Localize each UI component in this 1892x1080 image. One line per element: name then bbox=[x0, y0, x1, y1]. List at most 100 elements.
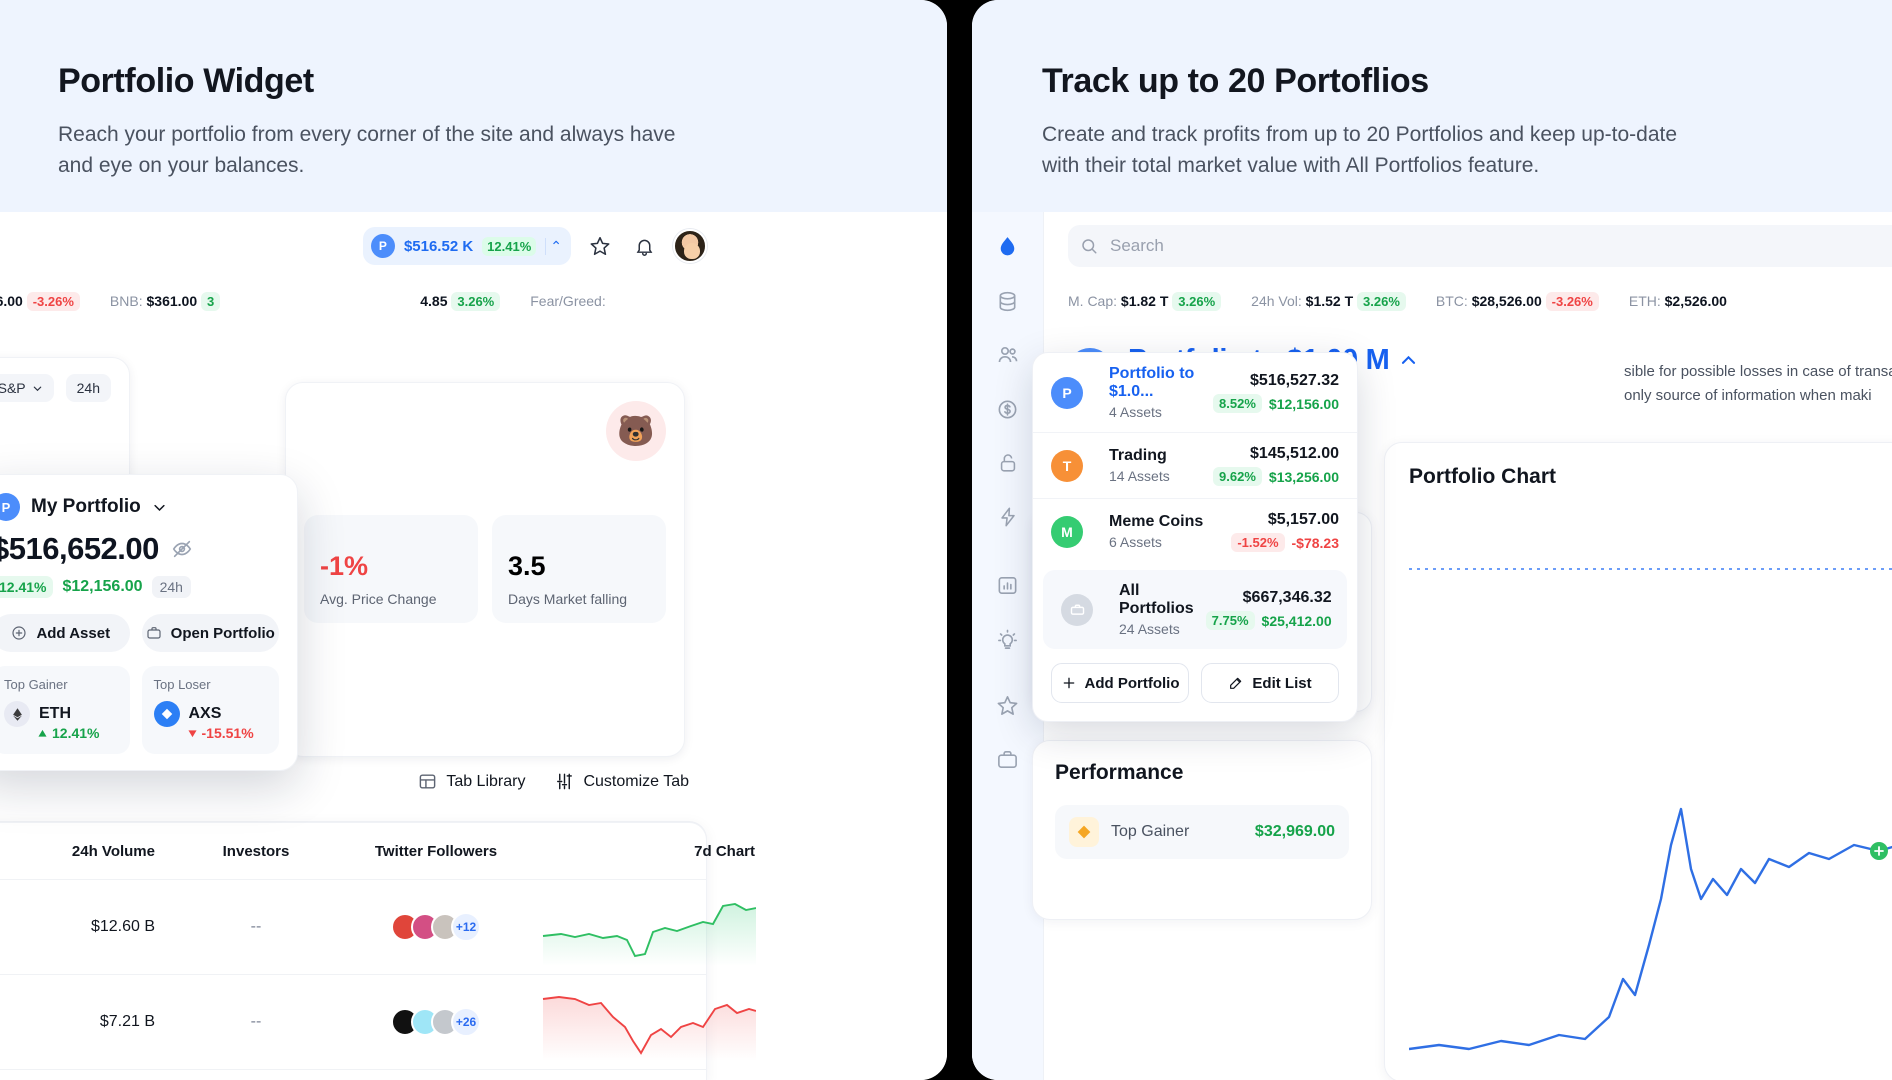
column-header-market-cap[interactable]: Market Cap bbox=[0, 843, 11, 860]
ticker-change: 3 bbox=[201, 292, 221, 311]
sidebar-item-star[interactable] bbox=[987, 684, 1029, 726]
sidebar-item-dollar-coin[interactable] bbox=[987, 388, 1029, 430]
sidebar-item-database[interactable] bbox=[987, 280, 1029, 322]
sidebar-item-brand-logo-icon[interactable] bbox=[987, 226, 1029, 268]
lock-icon bbox=[1000, 454, 1015, 472]
diamond-glyph bbox=[1077, 825, 1091, 839]
right-topbar: Search / bbox=[1044, 212, 1892, 280]
axs-coin-icon bbox=[153, 701, 180, 727]
followers-more-count: +12 bbox=[451, 912, 481, 942]
eye-off-icon[interactable] bbox=[171, 538, 193, 560]
widget-total-row: $516,652.00 bbox=[0, 531, 279, 567]
sidebar-item-bolt[interactable] bbox=[987, 496, 1029, 538]
follower-avatars[interactable]: +12 bbox=[331, 912, 541, 942]
dropdown-item-all-portfolios[interactable]: All Portfolios 24 Assets $667,346.32 7.7… bbox=[1043, 570, 1347, 649]
ticker-change: 3.26% bbox=[451, 292, 501, 311]
search-input[interactable]: Search / bbox=[1068, 225, 1892, 267]
open-portfolio-button[interactable]: Open Portfolio bbox=[141, 614, 279, 652]
edit-list-button[interactable]: Edit List bbox=[1201, 663, 1339, 703]
ticker-value: 526.00 bbox=[0, 293, 23, 309]
follower-avatars[interactable]: +26 bbox=[331, 1007, 541, 1037]
right-app-window: Search / M. Cap: $1.82 T 3.26% 24h Vol: … bbox=[972, 212, 1892, 1080]
top-loser-card[interactable]: Top Loser AXS -15.51% bbox=[141, 666, 279, 754]
ticker-item: 4.85 3.26% bbox=[420, 292, 501, 311]
range-select[interactable]: 24h bbox=[65, 374, 111, 402]
portfolio-badge-icon: P bbox=[370, 234, 395, 258]
ticker-item: BNB: $361.00 3 bbox=[110, 292, 221, 311]
bell-icon[interactable] bbox=[629, 231, 659, 261]
column-header-twitter-followers[interactable]: Twitter Followers bbox=[331, 843, 541, 860]
briefcase-icon bbox=[1070, 604, 1084, 615]
portfolio-badge-icon: T bbox=[1051, 449, 1083, 482]
ticker-item: ETH: $2,526.00 bbox=[1629, 293, 1727, 309]
customize-tab-button[interactable]: Customize Tab bbox=[555, 772, 689, 791]
top-gainer-card[interactable]: Top Gainer ETH 12.41% bbox=[0, 666, 130, 754]
dropdown-item-value: $667,346.32 bbox=[1242, 589, 1332, 606]
stat-avg-price-change: -1% Avg. Price Change bbox=[304, 515, 478, 623]
table-row[interactable]: 514.534 B $12.60 B -- +12 bbox=[0, 879, 756, 974]
sidebar-item-users[interactable] bbox=[987, 334, 1029, 376]
ticker-label: ETH: bbox=[1628, 293, 1661, 309]
ticker-label: 24h Vol: bbox=[1251, 293, 1302, 309]
ticker-label-feargreed: Fear/Greed: bbox=[530, 293, 606, 309]
dropdown-item-meme-coins[interactable]: M Meme Coins 6 Assets $5,157.00 -1.52% -… bbox=[1033, 498, 1357, 564]
chevron-up-icon[interactable]: ⌃ bbox=[545, 237, 562, 255]
ticker-value: $2,526.00 bbox=[1664, 293, 1727, 309]
right-hero-subtitle: Create and track profits from up to 20 P… bbox=[1042, 123, 1678, 177]
sidebar-item-lock[interactable] bbox=[987, 442, 1029, 484]
eth-coin-icon bbox=[4, 701, 30, 727]
star-icon[interactable] bbox=[585, 231, 615, 261]
dropdown-item-amount: $25,412.00 bbox=[1261, 612, 1332, 629]
chevron-down-icon[interactable] bbox=[152, 500, 167, 515]
plus-icon bbox=[1063, 677, 1074, 689]
followers-more-count: +26 bbox=[451, 1007, 481, 1037]
column-header-investors[interactable]: Investors bbox=[181, 843, 331, 860]
ticker-value: $28,526.00 bbox=[1471, 293, 1542, 309]
dropdown-item-trading[interactable]: T Trading 14 Assets $145,512.00 9.62% $1… bbox=[1033, 432, 1357, 498]
screenshot-root: Portfolio Widget Reach your portfolio fr… bbox=[0, 0, 1892, 1080]
sliders-icon bbox=[557, 773, 573, 790]
diamond-icon bbox=[1069, 817, 1099, 847]
customize-tab-label: Customize Tab bbox=[583, 772, 689, 790]
column-header-7d-chart[interactable]: 7d Chart bbox=[541, 843, 781, 860]
add-portfolio-label: Add Portfolio bbox=[1084, 674, 1180, 692]
portfolio-chart-baseline bbox=[1409, 568, 1892, 570]
index-select[interactable]: S&P bbox=[0, 374, 54, 402]
add-asset-label: Add Asset bbox=[36, 624, 111, 642]
top-gainer-caption: Top Gainer bbox=[4, 677, 68, 692]
table-row[interactable]: $194.99 B $7.21 B -- +26 bbox=[0, 974, 756, 1069]
add-portfolio-button[interactable]: Add Portfolio bbox=[1051, 663, 1189, 703]
top-gainer-symbol: ETH bbox=[39, 705, 71, 722]
chevron-up-icon[interactable] bbox=[1399, 351, 1418, 370]
widget-change-pct: 12.41% bbox=[0, 576, 54, 598]
dropdown-item-assets: 6 Assets bbox=[1109, 534, 1162, 550]
sidebar-item-lightbulb[interactable] bbox=[987, 618, 1029, 660]
ticker-value: $1.82 T bbox=[1120, 293, 1169, 309]
dropdown-item-portfolio[interactable]: P Portfolio to $1.0... 4 Assets $516,527… bbox=[1033, 353, 1357, 432]
table-row[interactable]: $83.01 B $18.29 B -- +12 bbox=[0, 1069, 706, 1080]
top-loser-caption: Top Loser bbox=[153, 677, 211, 692]
widget-window-label[interactable]: 24h bbox=[151, 576, 191, 598]
widget-header[interactable]: P My Portfolio bbox=[0, 493, 279, 521]
sidebar-item-bar-chart[interactable] bbox=[987, 564, 1029, 606]
column-header-volume[interactable]: 24h Volume bbox=[11, 843, 181, 860]
dropdown-actions: Add Portfolio Edit List bbox=[1033, 649, 1357, 721]
add-asset-button[interactable]: Add Asset bbox=[0, 614, 130, 652]
right-ticker-bar: M. Cap: $1.82 T 3.26% 24h Vol: $1.52 T 3… bbox=[1044, 280, 1892, 322]
performance-top-gainer-row[interactable]: Top Gainer $32,969.00 bbox=[1055, 805, 1349, 859]
top-gainer-value: $32,969.00 bbox=[1254, 823, 1335, 840]
portfolio-badge-icon: P bbox=[1051, 376, 1083, 409]
tab-library-button[interactable]: Tab Library bbox=[418, 772, 525, 791]
widget-change-row: 12.41% $12,156.00 24h bbox=[0, 576, 279, 598]
portfolio-value-chip[interactable]: P $516.52 K 12.41% ⌃ bbox=[362, 227, 571, 265]
portfolio-dropdown: P Portfolio to $1.0... 4 Assets $516,527… bbox=[1032, 352, 1358, 722]
bar-chart-icon bbox=[998, 576, 1017, 594]
dropdown-item-pct: -1.52% bbox=[1231, 533, 1285, 552]
sidebar-item-briefcase[interactable] bbox=[987, 738, 1029, 780]
left-hero-subtitle: Reach your portfolio from every corner o… bbox=[58, 123, 676, 177]
dropdown-item-name: Meme Coins bbox=[1109, 513, 1204, 530]
cell-investors: -- bbox=[250, 1013, 262, 1030]
star-icon bbox=[997, 695, 1018, 715]
briefcase-icon bbox=[147, 627, 161, 639]
avatar[interactable] bbox=[673, 229, 707, 263]
